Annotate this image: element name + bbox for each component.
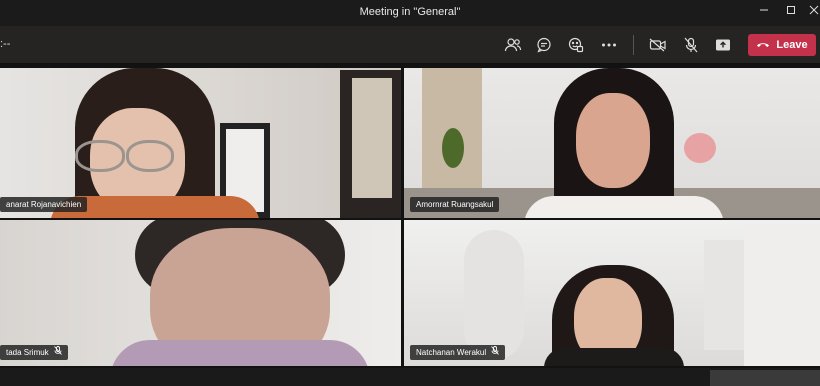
participant-name: Amornrat Ruangsakul <box>416 200 494 209</box>
participant-video-tile[interactable]: tada Srimuk <box>0 220 401 366</box>
video-gallery: anarat Rojanavichien Amornrat Ruangsakul… <box>0 64 820 386</box>
camera-off-icon[interactable] <box>647 34 669 56</box>
chat-icon[interactable] <box>533 34 555 56</box>
bottom-bar <box>0 368 820 386</box>
participant-face <box>576 93 650 188</box>
participant-shirt <box>524 196 724 218</box>
title-bar: Meeting in "General" <box>0 0 820 26</box>
meeting-timer: :-- <box>0 38 11 50</box>
window-title: Meeting in "General" <box>359 6 461 18</box>
participant-shirt <box>544 348 684 366</box>
reactions-icon[interactable] <box>565 34 587 56</box>
glasses-left <box>75 140 125 172</box>
share-screen-icon[interactable] <box>712 34 734 56</box>
mic-muted-icon <box>491 345 499 360</box>
participants-icon[interactable] <box>502 34 524 56</box>
phone-hangup-icon <box>756 39 770 51</box>
window-pane <box>352 78 392 198</box>
mic-off-icon[interactable] <box>680 34 702 56</box>
mic-muted-icon <box>53 345 62 360</box>
background-arch <box>464 230 524 360</box>
participant-name-tag: tada Srimuk <box>0 345 68 360</box>
minimize-icon[interactable] <box>756 4 772 20</box>
participant-name-tag: Natchanan Werakul <box>410 345 506 360</box>
participant-video-tile[interactable]: anarat Rojanavichien <box>0 68 401 218</box>
participant-video-tile[interactable]: Natchanan Werakul <box>404 220 820 366</box>
flowers <box>684 133 716 163</box>
participant-name: Natchanan Werakul <box>416 348 487 357</box>
plant <box>442 128 464 168</box>
participant-name-tag: anarat Rojanavichien <box>0 197 88 212</box>
maximize-icon[interactable] <box>783 4 799 20</box>
leave-button[interactable]: Leave <box>748 34 816 56</box>
leave-label: Leave <box>776 39 808 51</box>
participant-name: tada Srimuk <box>6 348 49 357</box>
glasses-right <box>126 140 174 172</box>
meeting-toolbar: :-- Leave <box>0 26 820 64</box>
taskbar-block <box>710 370 820 386</box>
participant-video-tile[interactable]: Amornrat Ruangsakul <box>404 68 820 218</box>
participant-name: anarat Rojanavichien <box>6 200 82 209</box>
participant-name-tag: Amornrat Ruangsakul <box>410 197 500 212</box>
toolbar-divider <box>633 35 634 55</box>
more-options-icon[interactable] <box>598 34 620 56</box>
close-icon[interactable] <box>806 4 820 20</box>
participant-shirt <box>110 340 370 366</box>
background-window <box>744 225 820 366</box>
